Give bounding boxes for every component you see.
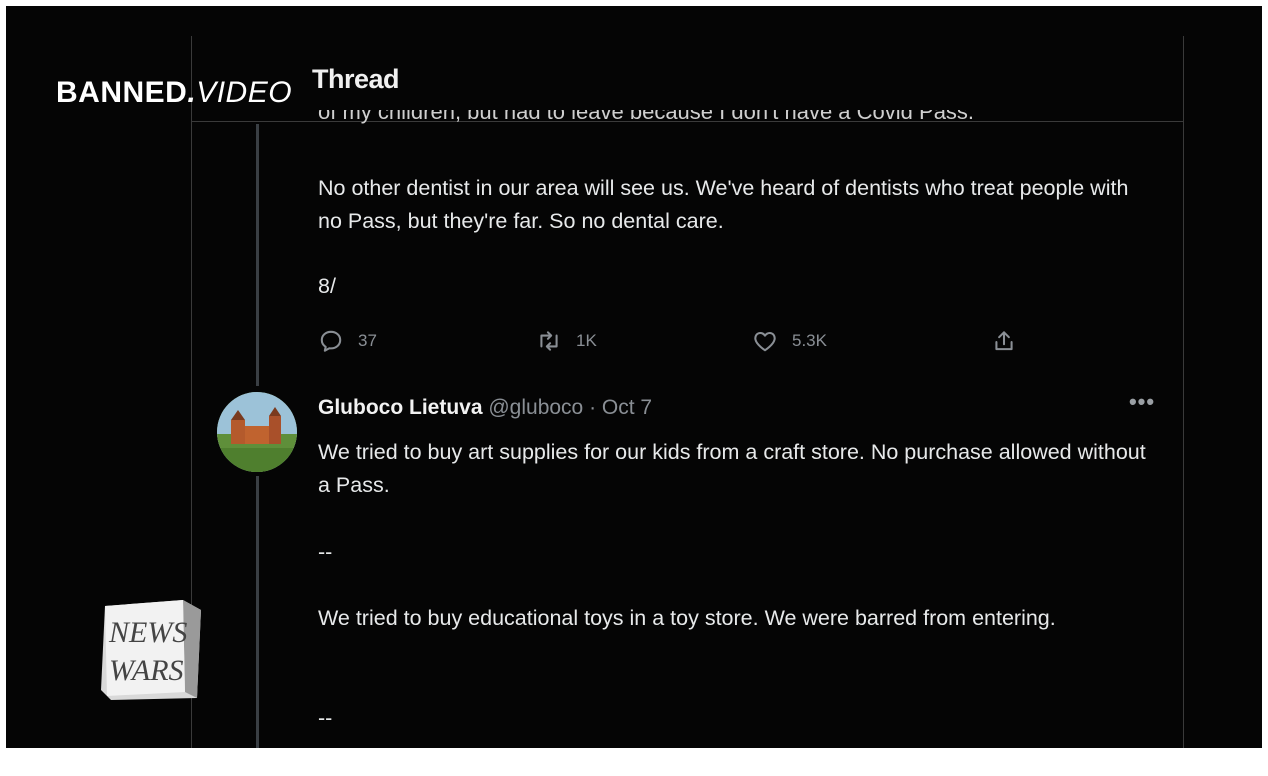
banned-logo-text: BANNED [56, 76, 188, 109]
retweet-button[interactable]: 1K [536, 324, 597, 358]
reply-button[interactable]: 37 [318, 324, 377, 358]
thread-connector-line [256, 124, 259, 386]
banned-video-logo: BANNED.VIDEO [56, 76, 293, 109]
tweet-text: We tried to buy art supplies for our kid… [318, 440, 1146, 497]
newswars-logo: NEWS WARS [101, 600, 201, 700]
reply-icon [320, 330, 342, 352]
more-options-button[interactable]: ••• [1124, 391, 1160, 416]
like-count: 5.3K [792, 331, 827, 350]
video-logo-text: VIDEO [196, 76, 293, 109]
share-button[interactable] [991, 324, 1017, 358]
author-handle-date[interactable]: @gluboco · Oct 7 [488, 396, 652, 419]
author-name[interactable]: Gluboco Lietuva [318, 396, 483, 419]
reply-count: 37 [358, 331, 377, 350]
video-frame: Thread BANNED.VIDEO of my children, but … [6, 6, 1262, 748]
heart-icon [754, 331, 776, 352]
newswars-line1: NEWS [108, 616, 187, 649]
share-icon [995, 331, 1013, 351]
avatar[interactable] [217, 392, 297, 472]
retweet-count: 1K [576, 331, 597, 350]
tweet-separator: -- [318, 540, 333, 564]
tweet-text: We tried to buy educational toys in a to… [318, 606, 1056, 630]
newswars-line2: WARS [109, 654, 184, 687]
timeline-right-border [1183, 36, 1184, 748]
thread-connector-line [256, 476, 259, 748]
page-title: Thread [312, 64, 400, 94]
cut-off-tweet-text: of my children, but had to leave because… [318, 110, 975, 124]
tweet-separator: -- [318, 706, 333, 730]
tweet-author-header: Gluboco Lietuva @gluboco · Oct 7 [318, 396, 652, 420]
castle-avatar-image [217, 392, 297, 472]
like-button[interactable]: 5.3K [752, 324, 827, 358]
tweet-counter: 8/ [318, 274, 336, 298]
retweet-icon [540, 331, 558, 351]
tweet-text: No other dentist in our area will see us… [318, 176, 1129, 233]
